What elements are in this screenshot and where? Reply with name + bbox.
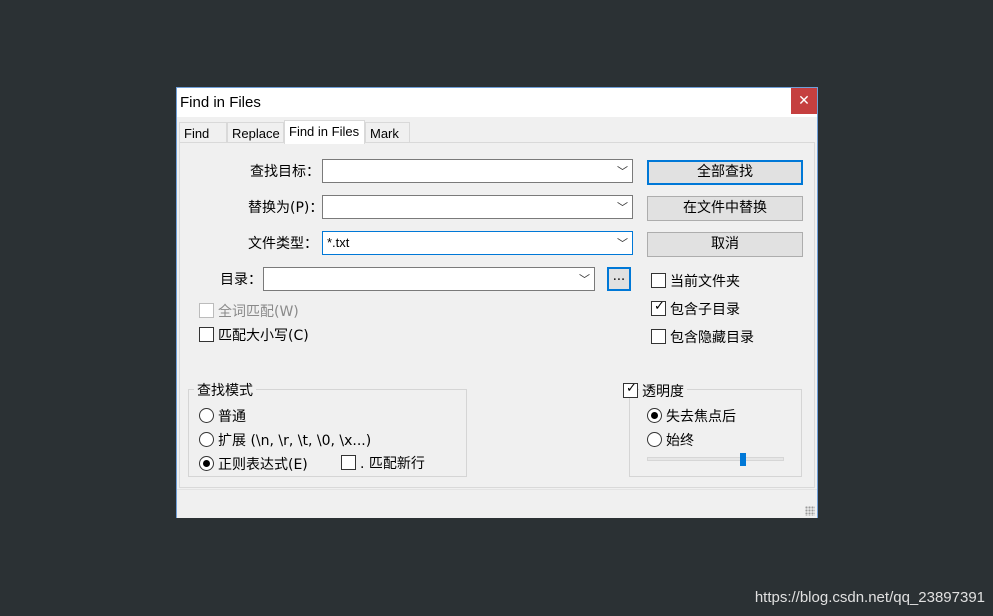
tab-mark[interactable]: Mark (365, 122, 410, 143)
find-what-label: 查找目标： (250, 164, 320, 180)
match-case-label: 匹配大小写(C) (218, 328, 309, 344)
transparency-checkbox[interactable]: ✓ (623, 381, 638, 398)
subfolders-checkbox[interactable]: ✓ (651, 299, 666, 316)
replace-in-files-button[interactable]: 在文件中替换 (647, 196, 803, 221)
tab-find-in-files[interactable]: Find in Files (284, 120, 365, 144)
transparency-slider[interactable] (647, 457, 784, 461)
whole-word-checkbox (199, 303, 214, 318)
hidden-folders-label: 包含隐藏目录 (670, 330, 754, 346)
normal-label: 普通 (218, 409, 246, 425)
tab-replace[interactable]: Replace (227, 122, 284, 143)
directory-label: 目录： (220, 272, 262, 288)
browse-directory-button[interactable]: ... (607, 267, 631, 291)
filters-label: 文件类型： (248, 236, 318, 252)
whole-word-label: 全词匹配(W) (218, 304, 299, 320)
on-losing-focus-label: 失去焦点后 (666, 409, 736, 425)
resize-grip-icon[interactable] (805, 506, 815, 516)
radio-selected-dot (203, 460, 210, 467)
close-icon: ✕ (798, 93, 810, 109)
directory-combo[interactable]: ﹀ (263, 267, 595, 291)
close-button[interactable]: ✕ (791, 88, 817, 114)
regex-radio[interactable] (199, 456, 214, 471)
tab-find[interactable]: Find (179, 122, 227, 143)
current-folder-checkbox[interactable] (651, 273, 666, 288)
chevron-down-icon[interactable]: ﹀ (617, 235, 628, 251)
always-radio[interactable] (647, 432, 662, 447)
search-mode-legend: 查找模式 (194, 380, 256, 400)
slider-thumb[interactable] (739, 453, 746, 466)
chevron-down-icon[interactable]: ﹀ (617, 163, 628, 179)
on-losing-focus-radio[interactable] (647, 408, 662, 423)
regex-label: 正则表达式(E) (218, 457, 308, 473)
find-in-files-dialog: Find in Files ✕ Find Replace Find in Fil… (176, 87, 818, 518)
window-title: Find in Files (180, 94, 261, 111)
filters-combo[interactable]: *.txt ﹀ (322, 231, 633, 255)
transparency-label: 透明度 (639, 381, 687, 401)
watermark-text: https://blog.csdn.net/qq_23897391 (754, 589, 985, 606)
extended-radio[interactable] (199, 432, 214, 447)
chevron-down-icon[interactable]: ﹀ (617, 199, 628, 215)
replace-with-combo[interactable]: ﹀ (322, 195, 633, 219)
tab-panel: 查找目标： ﹀ 替换为(P)： ﹀ 文件类型： *.txt ﹀ 目录： ﹀ ..… (179, 142, 815, 488)
chevron-down-icon[interactable]: ﹀ (579, 271, 590, 287)
subfolders-label: 包含子目录 (670, 302, 740, 318)
check-icon: ✓ (626, 381, 637, 396)
match-case-checkbox[interactable] (199, 327, 214, 342)
dot-newline-label: . 匹配新行 (360, 456, 425, 472)
find-all-button[interactable]: 全部查找 (647, 160, 803, 185)
current-folder-label: 当前文件夹 (670, 274, 740, 290)
replace-with-label: 替换为(P)： (248, 200, 324, 216)
status-bar (177, 489, 817, 518)
extended-label: 扩展 (\n, \r, \t, \0, \x...) (218, 433, 372, 449)
always-label: 始终 (666, 433, 694, 449)
find-what-combo[interactable]: ﹀ (322, 159, 633, 183)
cancel-button[interactable]: 取消 (647, 232, 803, 257)
check-icon: ✓ (654, 299, 665, 314)
normal-radio[interactable] (199, 408, 214, 423)
filters-value: *.txt (327, 235, 350, 250)
title-bar: Find in Files ✕ (177, 88, 817, 117)
hidden-folders-checkbox[interactable] (651, 329, 666, 344)
radio-selected-dot (651, 412, 658, 419)
dot-newline-checkbox[interactable] (341, 455, 356, 470)
